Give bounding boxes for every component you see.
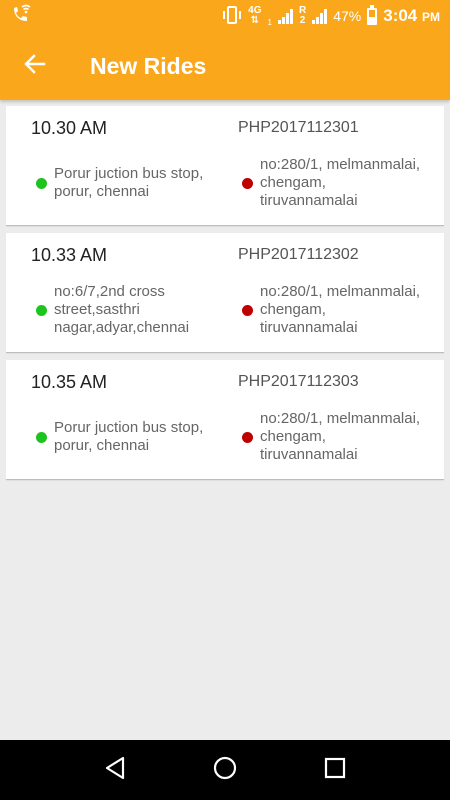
roaming-indicator: R 2 xyxy=(299,6,306,26)
status-bar: 4G ⇅ 1 R 2 47% 3:04 PM xyxy=(0,0,450,32)
app-bar: New Rides xyxy=(0,32,450,100)
data-arrows-icon: ⇅ xyxy=(250,15,260,26)
pickup-line: street,sasthri xyxy=(54,301,140,318)
ride-card[interactable]: 10.30 AM PHP2017112301 Porur juction bus… xyxy=(6,106,444,226)
ride-card[interactable]: 10.35 AM PHP2017112303 Porur juction bus… xyxy=(6,360,444,480)
pickup-address: Porur juction bus stop, porur, chennai xyxy=(54,419,229,455)
drop-line: chengam, xyxy=(260,428,326,445)
drop-address: no:280/1, melmanmalai, chengam, tiruvann… xyxy=(260,410,445,464)
nav-back-button[interactable] xyxy=(85,740,145,800)
ride-id: PHP2017112302 xyxy=(238,246,359,263)
pickup-line: nagar,adyar,chennai xyxy=(54,319,190,336)
origin-dot-icon xyxy=(36,305,47,316)
drop-line: tiruvannamalai xyxy=(260,192,358,209)
clock-time: 3:04 xyxy=(383,6,418,25)
pickup-line: Porur juction bus stop, xyxy=(54,165,204,182)
clock: 3:04 PM xyxy=(383,6,440,26)
sim2-label: 2 xyxy=(299,15,306,26)
drop-line: no:280/1, melmanmalai, xyxy=(260,283,421,300)
ride-time: 10.33 AM xyxy=(31,245,108,265)
system-nav-bar xyxy=(0,740,450,800)
ride-time: 10.30 AM xyxy=(31,118,108,138)
back-button[interactable] xyxy=(0,32,70,100)
signal-sim1-icon xyxy=(277,8,293,24)
drop-line: tiruvannamalai xyxy=(260,446,358,463)
sim1-label: 1 xyxy=(267,17,272,27)
drop-line: chengam, xyxy=(260,301,326,318)
arrow-left-icon xyxy=(23,52,47,81)
ride-time: 10.35 AM xyxy=(31,372,108,392)
vibrate-icon xyxy=(222,5,242,27)
wifi-call-icon xyxy=(10,4,32,29)
drop-line: no:280/1, melmanmalai, xyxy=(260,156,421,173)
triangle-back-icon xyxy=(104,756,126,785)
rides-list: 10.30 AM PHP2017112301 Porur juction bus… xyxy=(0,106,450,487)
ride-id: PHP2017112301 xyxy=(238,119,359,136)
drop-line: chengam, xyxy=(260,174,326,191)
network-type: 4G ⇅ xyxy=(248,6,261,26)
nav-home-button[interactable] xyxy=(195,740,255,800)
drop-line: tiruvannamalai xyxy=(260,319,358,336)
pickup-line: no:6/7,2nd cross xyxy=(54,283,165,300)
pickup-line: porur, chennai xyxy=(54,183,150,200)
drop-line: no:280/1, melmanmalai, xyxy=(260,410,421,427)
signal-sim2-icon xyxy=(312,8,328,24)
ride-card[interactable]: 10.33 AM PHP2017112302 no:6/7,2nd cross … xyxy=(6,233,444,353)
destination-dot-icon xyxy=(242,178,253,189)
pickup-line: Porur juction bus stop, xyxy=(54,419,204,436)
ride-id: PHP2017112303 xyxy=(238,373,359,390)
origin-dot-icon xyxy=(36,432,47,443)
destination-dot-icon xyxy=(242,305,253,316)
battery-icon xyxy=(367,4,378,25)
clock-ampm: PM xyxy=(422,10,440,24)
origin-dot-icon xyxy=(36,178,47,189)
battery-percent: 47% xyxy=(333,8,362,24)
destination-dot-icon xyxy=(242,432,253,443)
drop-address: no:280/1, melmanmalai, chengam, tiruvann… xyxy=(260,156,445,210)
pickup-line: porur, chennai xyxy=(54,437,150,454)
pickup-address: no:6/7,2nd cross street,sasthri nagar,ad… xyxy=(54,283,229,337)
page-title: New Rides xyxy=(90,52,207,79)
pickup-address: Porur juction bus stop, porur, chennai xyxy=(54,165,229,201)
circle-home-icon xyxy=(213,756,237,785)
drop-address: no:280/1, melmanmalai, chengam, tiruvann… xyxy=(260,283,445,337)
square-recents-icon xyxy=(324,757,346,784)
nav-recents-button[interactable] xyxy=(305,740,365,800)
